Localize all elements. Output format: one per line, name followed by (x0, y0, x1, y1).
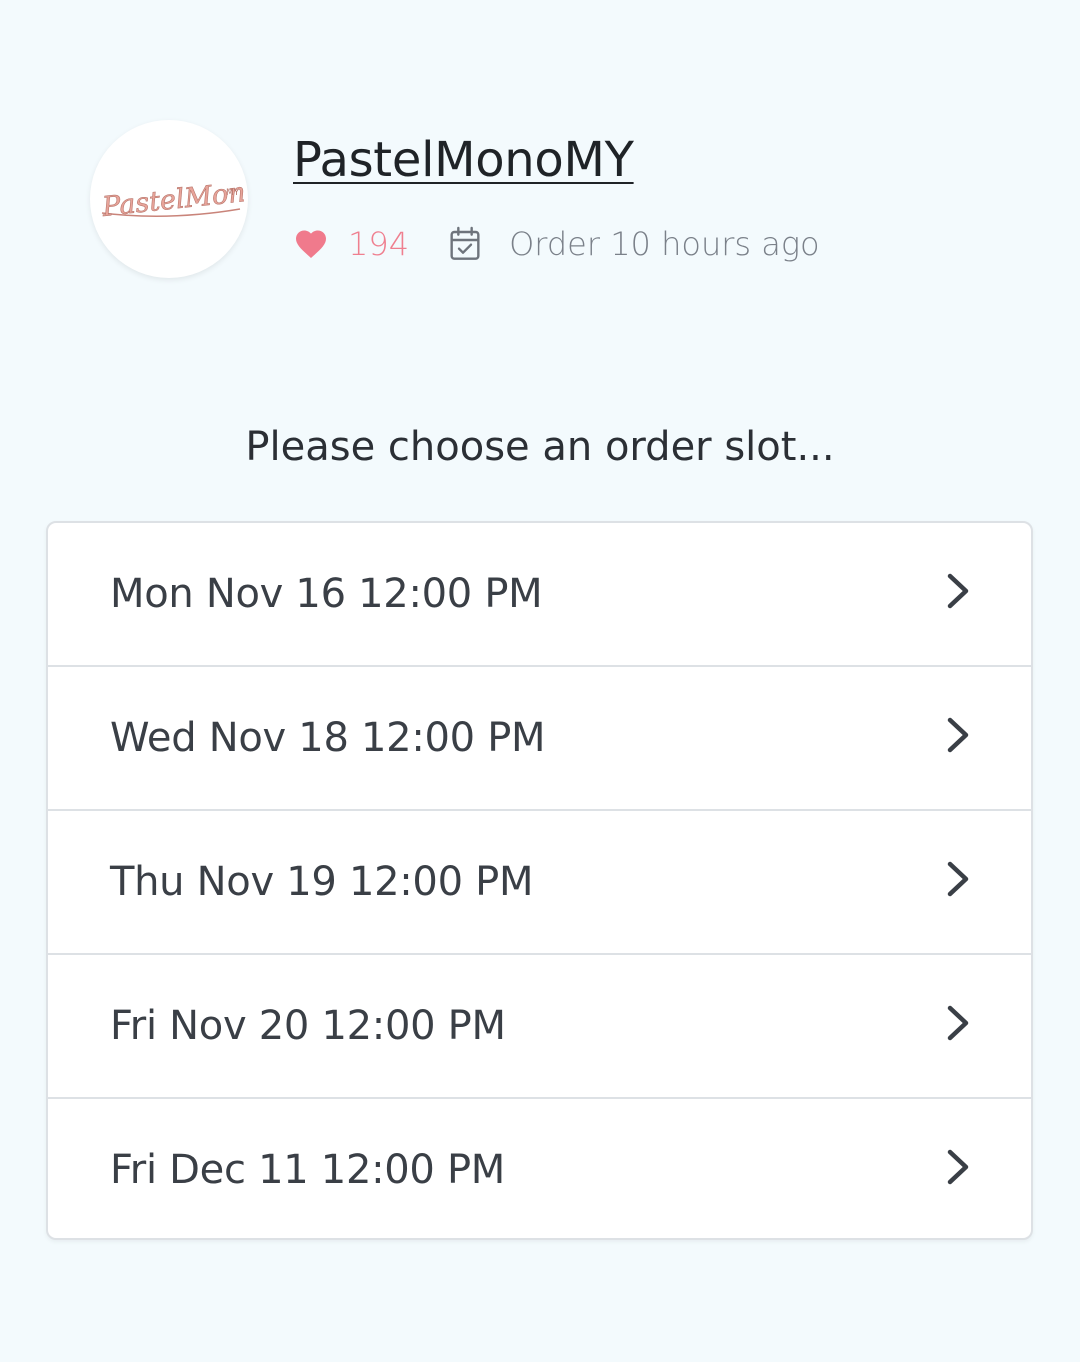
chevron-right-icon (947, 1005, 969, 1041)
order-slot-item[interactable]: Mon Nov 16 12:00 PM (48, 523, 1031, 667)
shop-avatar[interactable]: PastelMono MY (90, 120, 248, 278)
svg-text:MY: MY (226, 188, 240, 198)
calendar-check-icon (450, 226, 480, 260)
shop-header: PastelMono MY PastelMonoMY 194 Order 10 … (90, 120, 990, 280)
order-status: Order 10 hours ago (509, 225, 820, 263)
order-slot-item[interactable]: Thu Nov 19 12:00 PM (48, 811, 1031, 955)
chevron-right-icon (947, 573, 969, 609)
order-slot-item[interactable]: Fri Nov 20 12:00 PM (48, 955, 1031, 1099)
chevron-right-icon (947, 717, 969, 753)
slot-label: Mon Nov 16 12:00 PM (110, 571, 543, 617)
shop-name-link[interactable]: PastelMonoMY (293, 130, 634, 190)
slot-label: Wed Nov 18 12:00 PM (110, 715, 546, 761)
shop-meta: 194 Order 10 hours ago (293, 222, 820, 266)
likes-count: 194 (348, 225, 410, 263)
slot-prompt: Please choose an order slot... (245, 424, 835, 470)
order-slot-item[interactable]: Wed Nov 18 12:00 PM (48, 667, 1031, 811)
chevron-right-icon (947, 861, 969, 897)
order-slot-item[interactable]: Fri Dec 11 12:00 PM (48, 1099, 1031, 1238)
slot-label: Fri Dec 11 12:00 PM (110, 1147, 506, 1193)
shop-logo: PastelMono MY (100, 175, 244, 223)
order-slot-list: Mon Nov 16 12:00 PM Wed Nov 18 12:00 PM … (46, 521, 1033, 1240)
heart-icon (296, 230, 326, 259)
chevron-right-icon (947, 1149, 969, 1185)
slot-label: Fri Nov 20 12:00 PM (110, 1003, 506, 1049)
slot-label: Thu Nov 19 12:00 PM (110, 859, 534, 905)
